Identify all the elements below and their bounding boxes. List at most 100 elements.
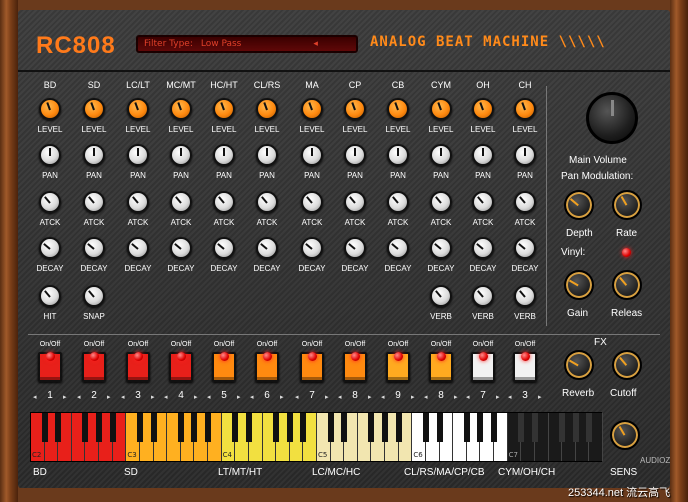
channel-led[interactable]	[351, 352, 360, 361]
black-key[interactable]	[477, 413, 484, 442]
channel-led[interactable]	[177, 352, 186, 361]
vinyl-led[interactable]	[622, 248, 631, 257]
level-knob[interactable]	[344, 98, 366, 120]
channel-led[interactable]	[394, 352, 403, 361]
pad-right-arrow-icon[interactable]: ▸	[325, 393, 329, 401]
verb-knob[interactable]	[472, 285, 494, 307]
pad-number[interactable]: 3	[123, 390, 153, 401]
pad-right-arrow-icon[interactable]: ▸	[151, 393, 155, 401]
black-key[interactable]	[518, 413, 525, 442]
black-key[interactable]	[341, 413, 348, 442]
channel-led[interactable]	[521, 352, 530, 361]
pan-knob[interactable]	[39, 144, 61, 166]
black-key[interactable]	[245, 413, 252, 442]
black-key[interactable]	[436, 413, 443, 442]
decay-knob[interactable]	[39, 237, 61, 259]
level-knob[interactable]	[213, 98, 235, 120]
black-key[interactable]	[586, 413, 593, 442]
pan-knob[interactable]	[430, 144, 452, 166]
atck-knob[interactable]	[83, 191, 105, 213]
piano-keyboard[interactable]: C2 C3 C4 C5 C6 C7	[30, 412, 603, 462]
channel-led[interactable]	[220, 352, 229, 361]
black-key[interactable]	[205, 413, 212, 442]
pad-number[interactable]: 1	[35, 390, 65, 401]
decay-knob[interactable]	[213, 237, 235, 259]
channel-led[interactable]	[90, 352, 99, 361]
filter-type-select[interactable]: Filter Type: Low Pass ◂	[136, 35, 358, 53]
black-key[interactable]	[286, 413, 293, 442]
pad-number[interactable]: 8	[426, 390, 456, 401]
level-knob[interactable]	[472, 98, 494, 120]
main-volume-knob[interactable]	[586, 92, 638, 144]
pad-right-arrow-icon[interactable]: ▸	[107, 393, 111, 401]
pan-knob[interactable]	[170, 144, 192, 166]
level-knob[interactable]	[387, 98, 409, 120]
black-key[interactable]	[136, 413, 143, 442]
level-knob[interactable]	[301, 98, 323, 120]
level-knob[interactable]	[127, 98, 149, 120]
pad-number[interactable]: 8	[340, 390, 370, 401]
snap-knob[interactable]	[83, 285, 105, 307]
atck-knob[interactable]	[256, 191, 278, 213]
level-knob[interactable]	[514, 98, 536, 120]
black-key[interactable]	[96, 413, 103, 442]
atck-knob[interactable]	[39, 191, 61, 213]
pad-right-arrow-icon[interactable]: ▸	[411, 393, 415, 401]
pad-right-arrow-icon[interactable]: ▸	[454, 393, 458, 401]
level-knob[interactable]	[170, 98, 192, 120]
black-key[interactable]	[300, 413, 307, 442]
black-key[interactable]	[273, 413, 280, 442]
atck-knob[interactable]	[170, 191, 192, 213]
pad-number[interactable]: 7	[468, 390, 498, 401]
black-key[interactable]	[422, 413, 429, 442]
pad-right-arrow-icon[interactable]: ▸	[538, 393, 542, 401]
verb-knob[interactable]	[430, 285, 452, 307]
channel-led[interactable]	[308, 352, 317, 361]
hit-knob[interactable]	[39, 285, 61, 307]
black-key[interactable]	[150, 413, 157, 442]
pan-knob[interactable]	[472, 144, 494, 166]
level-knob[interactable]	[430, 98, 452, 120]
black-key[interactable]	[395, 413, 402, 442]
decay-knob[interactable]	[472, 237, 494, 259]
channel-led[interactable]	[263, 352, 272, 361]
black-key[interactable]	[382, 413, 389, 442]
pad-number[interactable]: 3	[510, 390, 540, 401]
black-key[interactable]	[82, 413, 89, 442]
black-key[interactable]	[177, 413, 184, 442]
atck-knob[interactable]	[213, 191, 235, 213]
rate-knob[interactable]	[612, 190, 642, 220]
decay-knob[interactable]	[344, 237, 366, 259]
black-key[interactable]	[463, 413, 470, 442]
decay-knob[interactable]	[301, 237, 323, 259]
pad-right-arrow-icon[interactable]: ▸	[237, 393, 241, 401]
pan-knob[interactable]	[387, 144, 409, 166]
atck-knob[interactable]	[344, 191, 366, 213]
pad-number[interactable]: 4	[166, 390, 196, 401]
channel-led[interactable]	[46, 352, 55, 361]
black-key[interactable]	[55, 413, 62, 442]
reverb-knob[interactable]	[564, 350, 594, 380]
decay-knob[interactable]	[127, 237, 149, 259]
level-knob[interactable]	[83, 98, 105, 120]
pan-knob[interactable]	[301, 144, 323, 166]
pad-right-arrow-icon[interactable]: ▸	[280, 393, 284, 401]
channel-led[interactable]	[437, 352, 446, 361]
pad-number[interactable]: 9	[383, 390, 413, 401]
atck-knob[interactable]	[127, 191, 149, 213]
decay-knob[interactable]	[83, 237, 105, 259]
depth-knob[interactable]	[564, 190, 594, 220]
pad-number[interactable]: 2	[79, 390, 109, 401]
atck-knob[interactable]	[430, 191, 452, 213]
channel-led[interactable]	[134, 352, 143, 361]
decay-knob[interactable]	[256, 237, 278, 259]
cutoff-knob[interactable]	[612, 350, 642, 380]
pan-knob[interactable]	[213, 144, 235, 166]
channel-led[interactable]	[479, 352, 488, 361]
gain-knob[interactable]	[564, 270, 594, 300]
pad-right-arrow-icon[interactable]: ▸	[368, 393, 372, 401]
pad-number[interactable]: 6	[252, 390, 282, 401]
pan-knob[interactable]	[344, 144, 366, 166]
black-key[interactable]	[491, 413, 498, 442]
atck-knob[interactable]	[514, 191, 536, 213]
